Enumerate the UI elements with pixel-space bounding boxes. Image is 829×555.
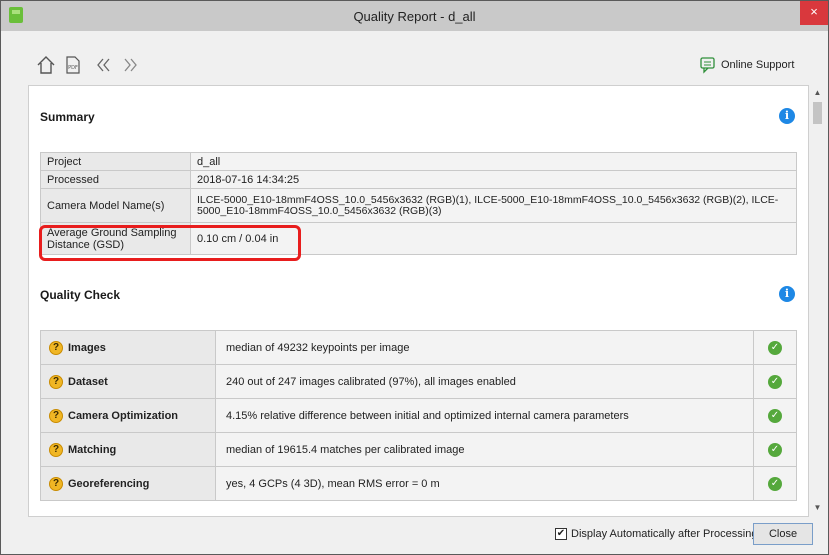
summary-info-icon[interactable]: i: [779, 108, 795, 124]
qc-value: yes, 4 GCPs (4 3D), mean RMS error = 0 m: [215, 466, 754, 501]
pdf-icon[interactable]: PDF: [61, 54, 83, 76]
summary-value: d_all: [190, 152, 797, 171]
warning-icon[interactable]: ?: [49, 340, 63, 355]
summary-value: ILCE-5000_E10-18mmF4OSS_10.0_5456x3632 (…: [190, 188, 797, 223]
qc-label[interactable]: Georeferencing: [68, 477, 149, 489]
pdf-icon-label: PDF: [68, 65, 78, 71]
back-icon[interactable]: [93, 54, 115, 76]
scroll-up-icon[interactable]: ▲: [810, 88, 825, 97]
qc-row-images: ? Images median of 49232 keypoints per im…: [40, 330, 797, 365]
chat-icon[interactable]: [699, 56, 717, 74]
qc-label[interactable]: Images: [68, 341, 106, 353]
warning-icon[interactable]: ?: [49, 408, 63, 423]
qc-row-dataset: ? Dataset 240 out of 247 images calibrate…: [40, 364, 797, 399]
title-bar[interactable]: Quality Report - d_all ×: [1, 1, 828, 31]
vertical-scrollbar[interactable]: ▲ ▼: [810, 85, 825, 517]
check-icon: ✓: [768, 476, 782, 491]
quality-check-table: ? Images median of 49232 keypoints per im…: [40, 330, 797, 501]
qc-row-camera-optimization: ? Camera Optimization 4.15% relative diff…: [40, 398, 797, 433]
qc-label[interactable]: Matching: [68, 443, 116, 455]
forward-icon[interactable]: [119, 54, 141, 76]
qc-value: median of 49232 keypoints per image: [215, 330, 754, 365]
home-icon[interactable]: [35, 54, 57, 76]
summary-label: Camera Model Name(s): [40, 188, 191, 223]
check-icon: ✓: [768, 442, 782, 457]
close-button[interactable]: Close: [753, 523, 813, 545]
warning-icon[interactable]: ?: [49, 374, 63, 389]
summary-value: 2018-07-16 14:34:25: [190, 170, 797, 189]
summary-label: Processed: [40, 170, 191, 189]
quality-report-window: Quality Report - d_all × PDF Online Supp…: [0, 0, 829, 555]
qc-label[interactable]: Camera Optimization: [68, 409, 178, 421]
window-title: Quality Report - d_all: [353, 9, 476, 24]
summary-row-project: Project d_all: [40, 152, 797, 171]
quality-check-title: Quality Check: [40, 288, 121, 302]
display-auto-label[interactable]: Display Automatically after Processing: [571, 528, 757, 540]
check-icon: ✓: [768, 408, 782, 423]
summary-title: Summary: [40, 110, 95, 124]
check-icon: ✓: [768, 340, 782, 355]
report-content[interactable]: Summary i Project d_all Processed 2018-0…: [28, 85, 809, 517]
warning-icon[interactable]: ?: [49, 442, 63, 457]
online-support-link[interactable]: Online Support: [721, 59, 794, 71]
qc-row-matching: ? Matching median of 19615.4 matches per …: [40, 432, 797, 467]
qc-row-georeferencing: ? Georeferencing yes, 4 GCPs (4 3D), mean…: [40, 466, 797, 501]
qc-value: 4.15% relative difference between initia…: [215, 398, 754, 433]
summary-row-camera-model: Camera Model Name(s) ILCE-5000_E10-18mmF…: [40, 188, 797, 223]
window-close-button[interactable]: ×: [800, 1, 828, 25]
warning-icon[interactable]: ?: [49, 476, 63, 491]
check-icon: ✓: [768, 374, 782, 389]
summary-label: Project: [40, 152, 191, 171]
qc-value: median of 19615.4 matches per calibrated…: [215, 432, 754, 467]
qc-value: 240 out of 247 images calibrated (97%), …: [215, 364, 754, 399]
qc-label[interactable]: Dataset: [68, 375, 108, 387]
scroll-down-icon[interactable]: ▼: [810, 503, 825, 512]
gsd-highlight-box: [39, 225, 301, 261]
quality-check-info-icon[interactable]: i: [779, 286, 795, 302]
display-auto-checkbox[interactable]: ✔: [555, 528, 567, 540]
summary-row-processed: Processed 2018-07-16 14:34:25: [40, 170, 797, 189]
scroll-thumb[interactable]: [813, 102, 822, 124]
